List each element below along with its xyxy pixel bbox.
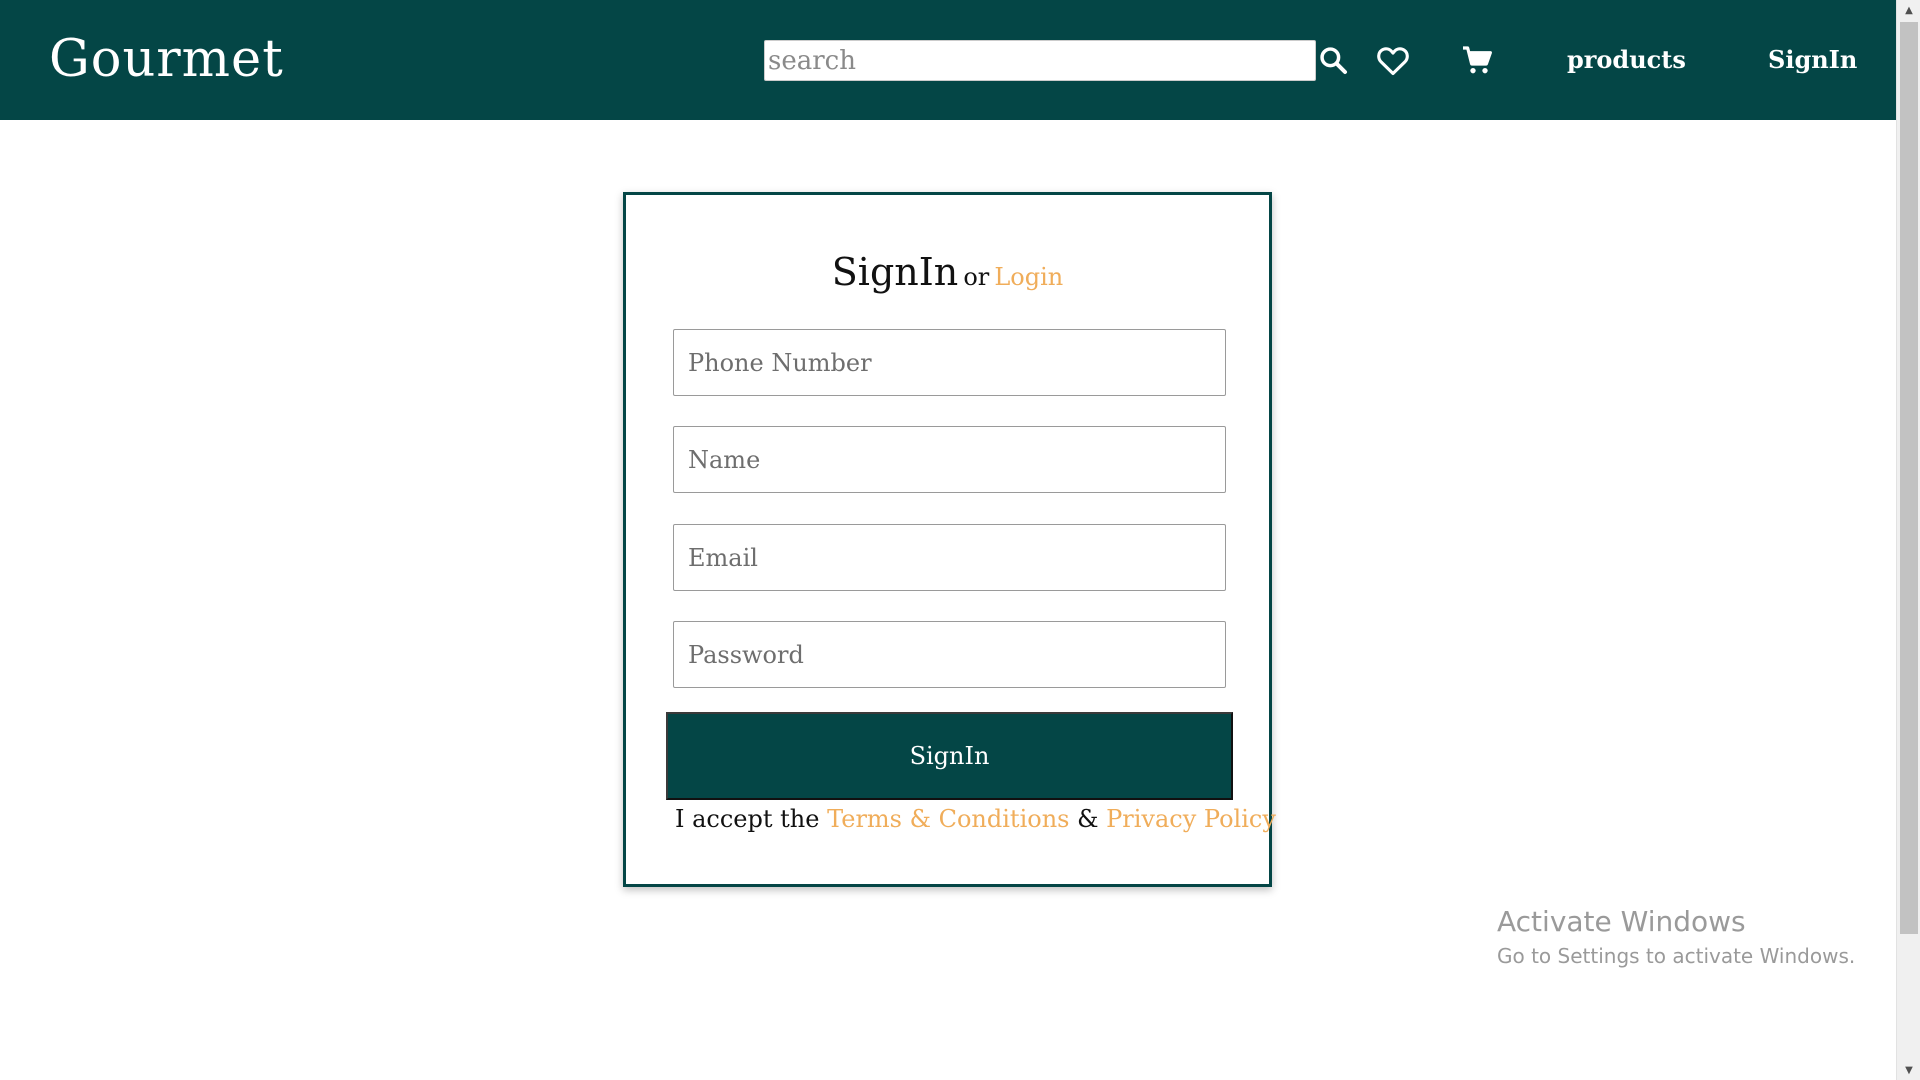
scroll-up-icon[interactable]: ▲ [1897,0,1920,20]
password-field[interactable] [673,621,1226,688]
cart-icon[interactable] [1457,40,1497,80]
scrollbar-thumb[interactable] [1900,22,1918,934]
scroll-down-icon[interactable]: ▼ [1897,1060,1920,1080]
brand-logo[interactable]: Gourmet [49,30,284,89]
card-heading: SignIn or Login [626,250,1269,294]
activate-windows-watermark: Activate Windows Go to Settings to activ… [1497,905,1855,968]
nav-products[interactable]: products [1567,45,1686,74]
heart-icon[interactable] [1373,40,1413,80]
email-field[interactable] [673,524,1226,591]
navbar: Gourmet products SignIn [0,0,1896,120]
terms-link[interactable]: Terms & Conditions [827,805,1069,833]
nav-signin[interactable]: SignIn [1768,45,1857,74]
terms-amp: & [1077,805,1099,833]
phone-number-field[interactable] [673,329,1226,396]
watermark-title: Activate Windows [1497,905,1746,938]
login-link[interactable]: Login [994,263,1063,291]
form-title: SignIn [831,250,959,294]
search-icon[interactable] [1313,40,1353,80]
watermark-subtitle: Go to Settings to activate Windows. [1497,944,1856,968]
terms-notice: I accept the Terms & Conditions & Privac… [675,805,1276,833]
signin-card: SignIn or Login SignIn I accept the Term… [623,192,1276,887]
page: Gourmet products SignIn Si [0,0,1920,1080]
terms-prefix: I accept the [675,805,820,833]
heading-or: or [963,263,990,291]
vertical-scrollbar[interactable]: ▲ ▼ [1896,0,1920,1080]
privacy-link[interactable]: Privacy Policy [1106,805,1276,833]
name-field[interactable] [673,426,1226,493]
signin-submit-button[interactable]: SignIn [666,712,1233,800]
search-input[interactable] [764,40,1316,81]
